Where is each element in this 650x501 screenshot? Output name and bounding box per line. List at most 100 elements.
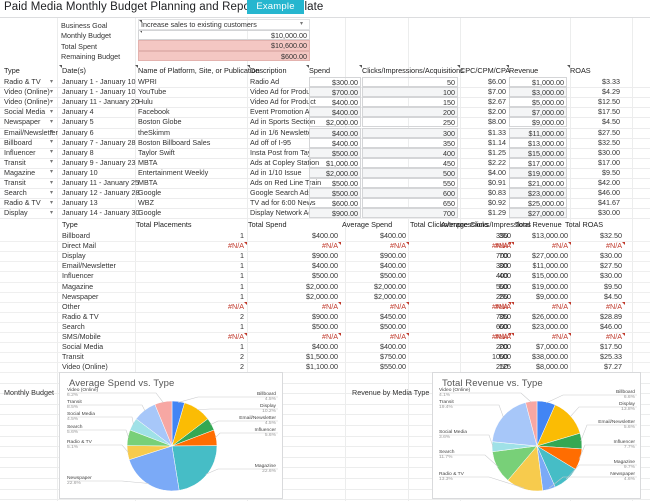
main-cell-roas[interactable]: $17.00: [570, 158, 622, 168]
summary-cell-total_spend[interactable]: $400.00: [248, 342, 340, 352]
main-cell-revenue[interactable]: $7,000.00: [509, 107, 567, 118]
summary-cell-placements[interactable]: 2: [136, 352, 246, 362]
main-cell-clicks[interactable]: 250: [362, 117, 458, 128]
main-cell-roas[interactable]: $32.50: [570, 138, 622, 148]
summary-cell-avg_spend[interactable]: $750.00: [342, 352, 408, 362]
summary-cell-total_spend[interactable]: $500.00: [248, 271, 340, 281]
summary-cell-avg_clicks[interactable]: 500: [441, 282, 513, 292]
main-cell-clicks[interactable]: 450: [362, 157, 458, 168]
summary-cell-avg_clicks[interactable]: 600: [441, 322, 513, 332]
main-cell-cpc[interactable]: $1.33: [460, 128, 508, 138]
main-cell-revenue[interactable]: $3,000.00: [509, 87, 567, 98]
main-cell-description[interactable]: Video Ad for Product: [250, 87, 316, 97]
summary-cell-type[interactable]: Transit: [62, 352, 132, 362]
main-cell-revenue[interactable]: $21,000.00: [509, 178, 567, 189]
summary-cell-type[interactable]: Newspaper: [62, 292, 132, 302]
main-cell-cpc[interactable]: $4.00: [460, 168, 508, 178]
summary-cell-avg_spend[interactable]: $400.00: [342, 261, 408, 271]
main-cell-type[interactable]: Video (Online): [4, 97, 56, 107]
main-cell-roas[interactable]: $30.00: [570, 208, 622, 218]
summary-cell-total_roas[interactable]: #N/A: [572, 332, 624, 342]
chevron-down-icon[interactable]: ▾: [50, 128, 53, 135]
main-cell-cpc[interactable]: $1.14: [460, 138, 508, 148]
summary-cell-avg_spend[interactable]: $450.00: [342, 312, 408, 322]
main-cell-cpc[interactable]: $0.91: [460, 178, 508, 188]
example-tab[interactable]: Example: [247, 0, 304, 14]
main-cell-spend[interactable]: $500.00: [309, 178, 361, 189]
main-cell-revenue[interactable]: $23,000.00: [509, 188, 567, 199]
main-cell-description[interactable]: Ad in 1/10 Issue: [250, 168, 308, 178]
main-cell-description[interactable]: Insta Post from Taylor: [250, 148, 319, 158]
main-cell-clicks[interactable]: 50: [362, 77, 458, 88]
summary-cell-avg_spend[interactable]: $400.00: [342, 231, 408, 241]
summary-cell-placements[interactable]: 1: [136, 261, 246, 271]
summary-cell-avg_spend[interactable]: $400.00: [342, 342, 408, 352]
main-cell-revenue[interactable]: $13,000.00: [509, 137, 567, 148]
summary-cell-avg_clicks[interactable]: 350: [441, 312, 513, 322]
main-cell-description[interactable]: Ads at Copley Station: [250, 158, 319, 168]
main-cell-platform[interactable]: Google: [138, 208, 246, 218]
main-cell-dates[interactable]: January 11 - January 20: [62, 97, 139, 107]
summary-cell-avg_clicks[interactable]: #N/A: [441, 241, 513, 251]
main-cell-cpc[interactable]: $8.00: [460, 117, 508, 127]
main-cell-revenue[interactable]: $11,000.00: [509, 127, 567, 138]
summary-cell-placements[interactable]: 1: [136, 282, 246, 292]
summary-cell-total_roas[interactable]: $9.50: [572, 282, 624, 292]
main-cell-clicks[interactable]: 100: [362, 87, 458, 98]
summary-cell-placements[interactable]: 1: [136, 231, 246, 241]
main-cell-platform[interactable]: WBZ: [138, 198, 246, 208]
main-cell-dates[interactable]: January 1 - January 10: [62, 87, 136, 97]
chevron-down-icon[interactable]: ▾: [50, 179, 53, 186]
main-cell-revenue[interactable]: $17,000.00: [509, 157, 567, 168]
summary-cell-type[interactable]: Display: [62, 251, 132, 261]
summary-cell-placements[interactable]: 1: [136, 292, 246, 302]
main-cell-spend[interactable]: $400.00: [309, 137, 361, 148]
main-cell-dates[interactable]: January 9 - January 23: [62, 158, 136, 168]
summary-cell-total_roas[interactable]: $30.00: [572, 271, 624, 281]
main-cell-description[interactable]: Google Search Ads: [250, 188, 312, 198]
main-cell-cpc[interactable]: $2.00: [460, 107, 508, 117]
main-cell-dates[interactable]: January 8: [62, 148, 134, 158]
pie-slice-magazine[interactable]: [171, 445, 218, 491]
main-cell-spend[interactable]: $300.00: [309, 77, 361, 88]
main-cell-spend[interactable]: $2,000.00: [309, 167, 361, 178]
summary-cell-total_roas[interactable]: $25.33: [572, 352, 624, 362]
summary-cell-placements[interactable]: 1: [136, 251, 246, 261]
main-cell-dates[interactable]: January 4: [62, 107, 134, 117]
summary-cell-total_roas[interactable]: #N/A: [572, 302, 624, 312]
summary-cell-total_roas[interactable]: $4.50: [572, 292, 624, 302]
main-cell-roas[interactable]: $42.00: [570, 178, 622, 188]
main-cell-clicks[interactable]: 200: [362, 107, 458, 118]
main-cell-type[interactable]: Transit: [4, 178, 56, 188]
main-cell-roas[interactable]: $46.00: [570, 188, 622, 198]
main-cell-spend[interactable]: $500.00: [309, 188, 361, 199]
main-cell-dates[interactable]: January 11 - January 25: [62, 178, 139, 188]
summary-cell-total_revenue[interactable]: #N/A: [515, 302, 570, 312]
main-cell-revenue[interactable]: $19,000.00: [509, 167, 567, 178]
summary-cell-total_spend[interactable]: $1,100.00: [248, 362, 340, 372]
summary-cell-total_revenue[interactable]: $9,000.00: [515, 292, 570, 302]
summary-cell-avg_clicks[interactable]: 700: [441, 251, 513, 261]
summary-cell-avg_clicks[interactable]: 250: [441, 292, 513, 302]
main-cell-roas[interactable]: $4.29: [570, 87, 622, 97]
main-cell-type[interactable]: Influencer: [4, 148, 56, 158]
main-cell-revenue[interactable]: $27,000.00: [509, 208, 567, 219]
chart-average-spend-vs-type[interactable]: Average Spend vs. Type Billboard 4.5% Disp…: [59, 372, 283, 499]
summary-cell-type[interactable]: SMS/Mobile: [62, 332, 132, 342]
summary-cell-total_revenue[interactable]: #N/A: [515, 332, 570, 342]
main-cell-clicks[interactable]: 300: [362, 127, 458, 138]
summary-cell-total_roas[interactable]: $27.50: [572, 261, 624, 271]
summary-cell-placements[interactable]: 1: [136, 271, 246, 281]
main-cell-clicks[interactable]: 600: [362, 188, 458, 199]
main-cell-description[interactable]: Ad off of I-95: [250, 138, 308, 148]
main-cell-type[interactable]: Transit: [4, 158, 56, 168]
main-cell-platform[interactable]: Hulu: [138, 97, 246, 107]
main-cell-platform[interactable]: YouTube: [138, 87, 246, 97]
main-cell-spend[interactable]: $700.00: [309, 87, 361, 98]
main-cell-spend[interactable]: $1,000.00: [309, 157, 361, 168]
summary-cell-type[interactable]: Magazine: [62, 282, 132, 292]
chevron-down-icon[interactable]: ▾: [300, 20, 303, 27]
main-cell-cpc[interactable]: $1.25: [460, 148, 508, 158]
chevron-down-icon[interactable]: ▾: [50, 189, 53, 196]
summary-cell-total_revenue[interactable]: #N/A: [515, 241, 570, 251]
